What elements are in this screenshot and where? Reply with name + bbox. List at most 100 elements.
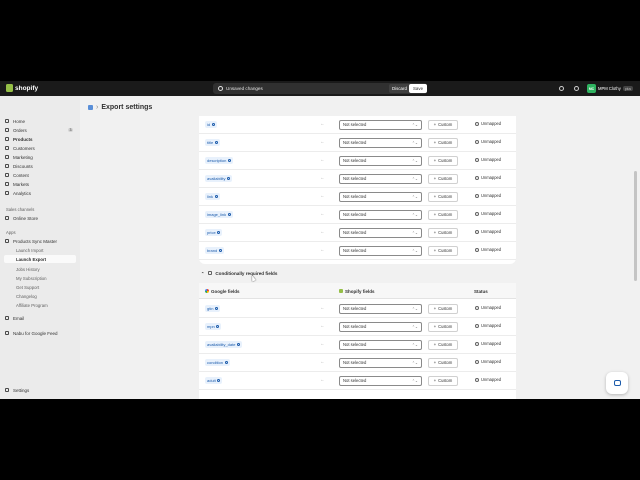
shopify-field-select[interactable]: Not selected ⌃⌄	[339, 227, 422, 238]
plus-icon: +	[433, 360, 437, 365]
google-field-chip[interactable]: image_link	[205, 211, 233, 218]
arrow-left-icon: ←	[320, 305, 325, 310]
custom-button[interactable]: + Custom	[428, 245, 458, 256]
info-icon[interactable]	[218, 249, 222, 252]
page-scrollbar[interactable]	[634, 171, 637, 281]
status-badge: Unmapped	[475, 139, 501, 144]
info-icon[interactable]	[214, 195, 218, 198]
sales-channels-heading[interactable]: Sales channels	[6, 207, 34, 212]
sidebar-item-markets[interactable]: Markets	[5, 180, 77, 188]
sidebar-subitem-affiliate-program[interactable]: Affiliate Program	[16, 301, 48, 309]
google-field-chip[interactable]: id	[205, 121, 217, 128]
custom-button[interactable]: + Custom	[428, 173, 458, 184]
sidebar-subitem-launch-import[interactable]: Launch Import	[16, 246, 43, 254]
info-icon[interactable]	[236, 343, 240, 346]
info-icon[interactable]	[217, 379, 221, 382]
google-field-chip[interactable]: title	[205, 139, 220, 146]
status-dot-icon	[475, 359, 479, 364]
custom-button[interactable]: + Custom	[428, 357, 458, 368]
custom-button[interactable]: + Custom	[428, 303, 458, 314]
info-icon[interactable]	[211, 123, 215, 126]
shopify-fields-header: Shopify fields	[339, 289, 375, 294]
shopify-field-select[interactable]: Not selected ⌃⌄	[339, 209, 422, 220]
apps-heading[interactable]: Apps	[6, 230, 16, 235]
custom-button[interactable]: + Custom	[428, 137, 458, 148]
google-field-chip[interactable]: link	[205, 193, 220, 200]
google-field-chip[interactable]: brand	[205, 247, 224, 254]
google-field-chip[interactable]: price	[205, 229, 223, 236]
sidebar-item-email[interactable]: Email	[5, 314, 77, 322]
custom-button[interactable]: + Custom	[428, 209, 458, 220]
sidebar-item-customers[interactable]: Customers	[5, 144, 77, 152]
sidebar-subitem-my-subscription[interactable]: My Subscription	[16, 274, 47, 282]
google-field-chip[interactable]: description	[205, 157, 233, 164]
google-field-chip[interactable]: availability_date	[205, 341, 242, 348]
sidebar-item-discounts[interactable]: Discounts	[5, 162, 77, 170]
sidebar-item-products[interactable]: Products	[5, 135, 77, 143]
sidebar-item-content[interactable]: Content	[5, 171, 77, 179]
notification-bell-icon[interactable]	[574, 86, 579, 91]
shopify-field-select[interactable]: Not selected ⌃⌄	[339, 339, 422, 350]
sidebar-subitem-jobs-history[interactable]: Jobs History	[16, 265, 40, 273]
store-menu[interactable]: MC MPM Clothy plus	[587, 84, 634, 93]
custom-button[interactable]: + Custom	[428, 155, 458, 166]
status-badge: Unmapped	[475, 211, 501, 216]
info-icon[interactable]	[216, 325, 220, 328]
sidebar-subitem-get-support[interactable]: Get Support	[16, 283, 39, 291]
custom-button[interactable]: + Custom	[428, 321, 458, 332]
shopify-field-select[interactable]: Not selected ⌃⌄	[339, 155, 422, 166]
google-field-chip[interactable]: condition	[205, 359, 230, 366]
google-field-chip[interactable]: mpn	[205, 323, 222, 330]
info-icon[interactable]	[226, 177, 230, 180]
info-icon[interactable]	[227, 159, 231, 162]
sidebar-item-orders[interactable]: Orders 3	[5, 126, 77, 134]
custom-button[interactable]: + Custom	[428, 119, 458, 130]
sidebar-subitem-launch-export[interactable]: Launch Export	[16, 255, 46, 263]
custom-button[interactable]: + Custom	[428, 339, 458, 350]
shopify-field-select[interactable]: Not selected ⌃⌄	[339, 303, 422, 314]
shopify-bag-icon	[6, 84, 13, 92]
discard-button[interactable]: Discard	[389, 84, 410, 93]
conditionally-required-heading[interactable]: ⌃ Conditionally required fields	[199, 267, 516, 279]
shopify-field-select[interactable]: Not selected ⌃⌄	[339, 191, 422, 202]
sidebar-item-products-sync-master[interactable]: Products Sync Master	[5, 237, 77, 245]
info-icon[interactable]	[214, 141, 218, 144]
app-breadcrumb-icon[interactable]	[88, 105, 93, 110]
custom-button[interactable]: + Custom	[428, 375, 458, 386]
shopify-field-select[interactable]: Not selected ⌃⌄	[339, 119, 422, 130]
shopify-field-select[interactable]: Not selected ⌃⌄	[339, 245, 422, 256]
custom-button[interactable]: + Custom	[428, 191, 458, 202]
sidebar-subitem-changelog[interactable]: Changelog	[16, 292, 37, 300]
collapse-chevron-icon[interactable]: ⌃	[201, 271, 204, 276]
shopify-field-select[interactable]: Not selected ⌃⌄	[339, 375, 422, 386]
shopify-field-select[interactable]: Not selected ⌃⌄	[339, 173, 422, 184]
custom-button[interactable]: + Custom	[428, 227, 458, 238]
sidebar-item-online-store[interactable]: Online Store	[5, 214, 77, 222]
table-row: availability_date ← Not selected ⌃⌄ + Custom U…	[199, 336, 516, 354]
sidebar-item-marketing[interactable]: Marketing	[5, 153, 77, 161]
gear-icon	[5, 388, 9, 392]
table-row: mpn ← Not selected ⌃⌄ + Custom Unmapped	[199, 318, 516, 336]
shopify-field-select[interactable]: Not selected ⌃⌄	[339, 321, 422, 332]
info-icon[interactable]	[224, 361, 228, 364]
sidebar-item-analytics[interactable]: Analytics	[5, 189, 77, 197]
sidebar-item-settings[interactable]: Settings	[5, 386, 77, 394]
status-badge: Unmapped	[475, 359, 501, 364]
shopify-logo[interactable]: shopify	[6, 84, 38, 92]
info-icon[interactable]	[217, 231, 221, 234]
select-caret-icon: ⌃⌄	[411, 212, 418, 217]
sidebar-item-nabu[interactable]: Nabu for Google Feed	[5, 329, 77, 337]
chat-support-button[interactable]	[606, 372, 628, 394]
info-icon[interactable]	[227, 213, 231, 216]
save-button[interactable]: Save	[409, 84, 428, 93]
sidebar-item-home[interactable]: Home	[5, 117, 77, 125]
google-field-chip[interactable]: adult	[205, 377, 223, 384]
google-field-chip[interactable]: availability	[205, 175, 232, 182]
info-icon[interactable]	[214, 307, 218, 310]
sidekick-icon[interactable]	[559, 86, 564, 91]
shopify-field-select[interactable]: Not selected ⌃⌄	[339, 357, 422, 368]
google-field-chip[interactable]: gtin	[205, 305, 220, 312]
shopify-field-select[interactable]: Not selected ⌃⌄	[339, 137, 422, 148]
table-row: id ← Not selected ⌃⌄ + Custom Unmapped	[199, 116, 516, 134]
discount-icon	[5, 164, 9, 168]
